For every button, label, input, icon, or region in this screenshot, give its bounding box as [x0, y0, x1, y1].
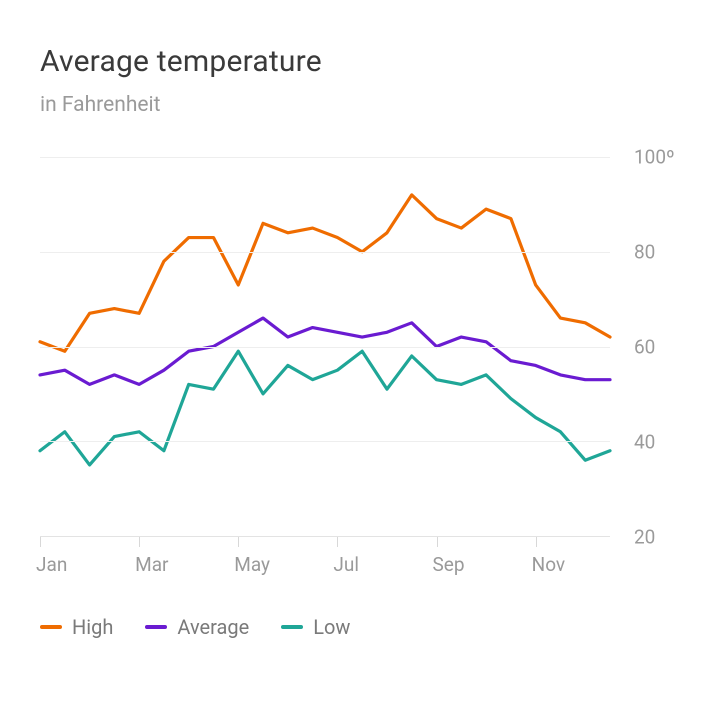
x-tick: [536, 537, 537, 547]
grid-line: [40, 157, 610, 158]
chart-card: Average temperature in Fahrenheit 20 40 60…: [0, 0, 720, 679]
x-tick: [139, 537, 140, 547]
grid-line: [40, 347, 610, 348]
x-tick: [40, 537, 41, 547]
plot-region: [40, 157, 610, 537]
legend-item-low: Low: [281, 615, 350, 639]
x-axis-label: Jul: [333, 553, 359, 576]
y-axis-label: 100º: [620, 146, 680, 169]
y-axis-label: 40: [620, 431, 680, 454]
legend-label: Low: [313, 615, 350, 639]
x-axis-label: Mar: [135, 553, 168, 576]
y-axis-label: 20: [620, 526, 680, 549]
legend-item-average: Average: [145, 615, 249, 639]
chart-subtitle: in Fahrenheit: [40, 93, 680, 117]
x-tick: [437, 537, 438, 547]
x-axis-label: Nov: [532, 553, 565, 576]
legend-swatch: [281, 625, 303, 629]
chart-plot-area: 20406080100º: [40, 157, 680, 537]
grid-line: [40, 252, 610, 253]
chart-title: Average temperature: [40, 44, 680, 79]
x-tick: [238, 537, 239, 547]
legend: High Average Low: [40, 615, 680, 639]
x-axis-label: May: [234, 553, 270, 576]
legend-label: High: [72, 615, 113, 639]
x-axis-label: Sep: [433, 553, 465, 576]
legend-label: Average: [177, 615, 249, 639]
y-axis-label: 60: [620, 336, 680, 359]
legend-swatch: [40, 625, 62, 629]
series-line-low: [40, 351, 610, 465]
x-axis-label: Jan: [36, 553, 67, 576]
legend-item-high: High: [40, 615, 113, 639]
series-line-high: [40, 195, 610, 351]
x-tick: [337, 537, 338, 547]
grid-line: [40, 441, 610, 442]
y-axis-label: 80: [620, 241, 680, 264]
legend-swatch: [145, 625, 167, 629]
x-axis: JanMarMayJulSepNov: [40, 537, 610, 585]
